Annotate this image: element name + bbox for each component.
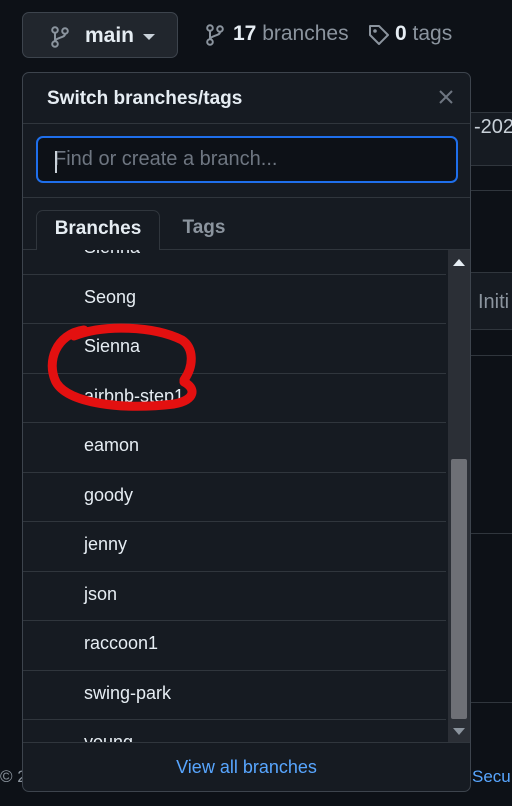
background-divider: [470, 355, 512, 356]
caret-down-icon: [143, 34, 155, 40]
list-item[interactable]: swing-park: [23, 671, 446, 720]
branch-name: swing-park: [84, 682, 172, 703]
tags-count: 0: [395, 22, 407, 45]
background-divider: [470, 702, 512, 703]
branches-count: 17: [233, 22, 257, 45]
background-divider: [470, 190, 512, 191]
list-item[interactable]: json: [23, 572, 446, 621]
branch-name: Seong: [84, 286, 137, 307]
background-divider: [470, 533, 512, 534]
branch-switcher-dropdown: Switch branches/tags Branches Tags Sienn…: [22, 72, 471, 792]
list-item[interactable]: eamon: [23, 423, 446, 473]
branch-name: jenny: [84, 534, 128, 554]
scroll-up-icon[interactable]: [453, 259, 465, 266]
tags-label: tags: [412, 22, 453, 45]
branch-search-input[interactable]: [36, 136, 458, 183]
branch-name: eamon: [84, 435, 140, 455]
text-cursor: [55, 151, 57, 173]
branch-name: goody: [84, 484, 134, 505]
list-item[interactable]: goody: [23, 473, 446, 522]
scroll-down-icon[interactable]: [453, 728, 465, 735]
list-scrollbar[interactable]: [448, 250, 470, 743]
background-date-fragment: -202: [474, 116, 512, 138]
view-all-branches-link[interactable]: View all branches: [23, 757, 470, 778]
dropdown-header: Switch branches/tags: [23, 73, 470, 124]
annotation-circle: [47, 323, 197, 411]
dropdown-title: Switch branches/tags: [47, 88, 243, 109]
branches-label: branches: [262, 22, 349, 45]
branch-name: raccoon1: [84, 633, 159, 653]
list-item[interactable]: jenny: [23, 522, 446, 572]
dropdown-footer: View all branches: [23, 742, 470, 791]
git-branch-icon: [51, 26, 69, 48]
tag-icon: [369, 25, 389, 45]
git-branch-icon: [206, 24, 224, 46]
branch-tag-tabs: Branches Tags: [23, 198, 470, 250]
close-icon[interactable]: [436, 87, 456, 107]
branch-name: Sienna: [84, 250, 140, 258]
branch-name: json: [84, 583, 118, 604]
list-item[interactable]: young: [23, 720, 446, 743]
tab-tags[interactable]: Tags: [168, 210, 240, 249]
background-commit-fragment: Initi: [478, 291, 510, 313]
list-item[interactable]: raccoon1: [23, 621, 446, 671]
current-branch-label: main: [85, 24, 135, 47]
search-section: [23, 124, 470, 198]
branch-select-button[interactable]: main: [22, 12, 178, 58]
list-item[interactable]: Seong: [23, 275, 446, 324]
list-item[interactable]: Sienna: [23, 250, 446, 275]
footer-security-link-fragment[interactable]: Secu: [472, 767, 511, 787]
tab-branches[interactable]: Branches: [36, 210, 160, 250]
scrollbar-thumb[interactable]: [451, 459, 467, 719]
